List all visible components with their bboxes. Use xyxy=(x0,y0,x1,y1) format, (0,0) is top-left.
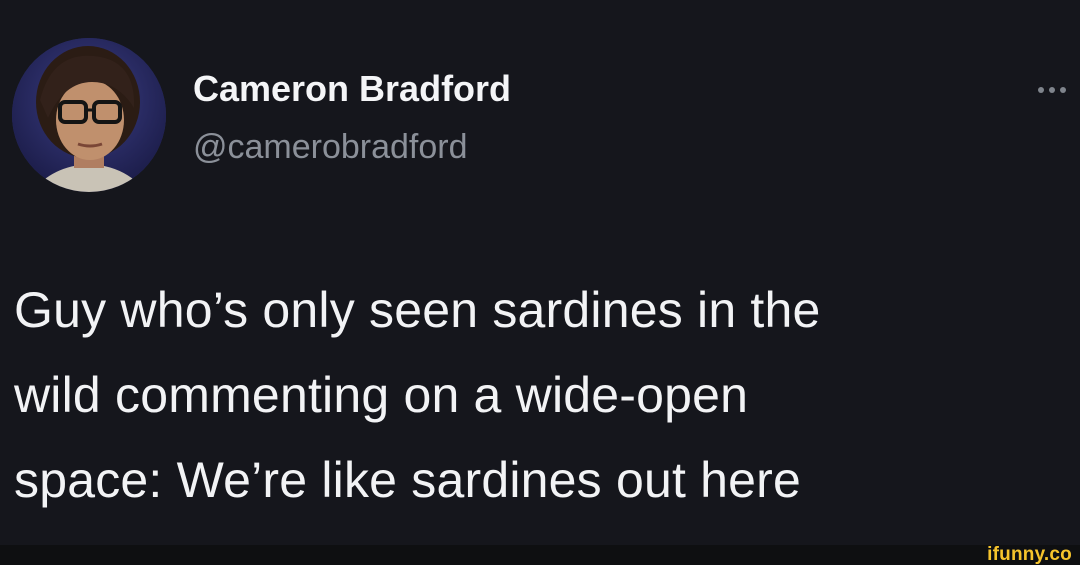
tweet-text-line: Guy who’s only seen sardines in the xyxy=(14,282,821,338)
watermark-bar: ifunny.co xyxy=(0,545,1080,565)
avatar[interactable] xyxy=(12,38,166,192)
more-options-button[interactable] xyxy=(1028,78,1076,102)
more-options-icon-dot xyxy=(1049,87,1055,93)
tweet-text-line: wild commenting on a wide-open xyxy=(14,367,749,423)
tweet-card: Cameron Bradford @camerobradford Guy who… xyxy=(0,0,1080,545)
ifunny-watermark: ifunny.co xyxy=(987,544,1072,565)
tweet-text: Guy who’s only seen sardines in the wild… xyxy=(14,268,1054,523)
more-options-icon xyxy=(1038,87,1044,93)
author-handle[interactable]: @camerobradford xyxy=(193,126,468,168)
author-display-name[interactable]: Cameron Bradford xyxy=(193,67,511,111)
more-options-icon-dot xyxy=(1060,87,1066,93)
tweet-text-line: space: We’re like sardines out here xyxy=(14,452,802,508)
user-avatar-photo-icon xyxy=(12,38,166,192)
